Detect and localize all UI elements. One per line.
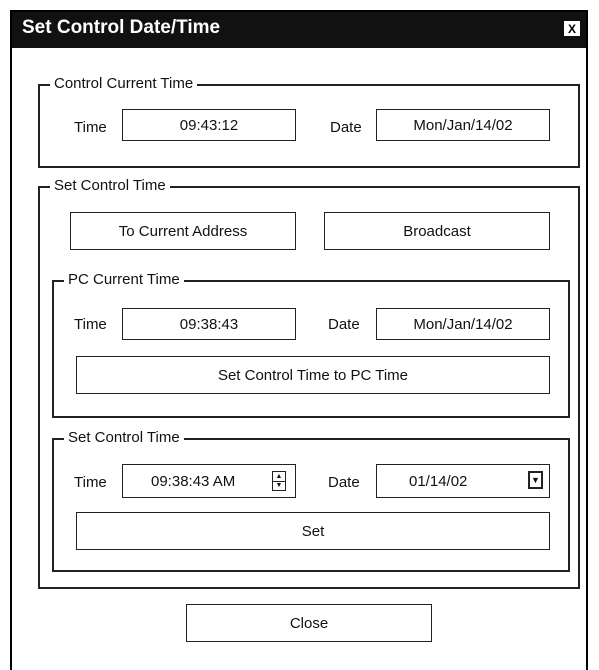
pc-current-time-group: PC Current Time Time 09:38:43 Date Mon/J… [52, 271, 570, 418]
set-control-datetime-dialog: Set Control Date/Time X Control Current … [10, 10, 588, 670]
control-date-field: Mon/Jan/14/02 [376, 109, 550, 141]
set-control-time-legend: Set Control Time [50, 177, 170, 194]
dialog-title: Set Control Date/Time [22, 17, 221, 38]
broadcast-button[interactable]: Broadcast [324, 212, 550, 250]
control-current-time-group: Control Current Time Time 09:43:12 Date … [38, 75, 580, 168]
close-window-button[interactable]: X [564, 21, 580, 36]
control-current-time-legend: Control Current Time [50, 75, 198, 92]
control-time-label: Time [74, 119, 107, 136]
manual-date-select[interactable]: 01/14/02 [376, 464, 550, 498]
set-control-time-to-pc-time-button[interactable]: Set Control Time to PC Time [76, 356, 550, 394]
set-control-time-group: Set Control Time To Current Address Broa… [38, 177, 580, 589]
to-current-address-button[interactable]: To Current Address [70, 212, 296, 250]
pc-time-field: 09:38:43 [122, 308, 296, 340]
time-spinner[interactable]: ▲ ▼ [272, 471, 286, 491]
down-arrow-icon[interactable]: ▼ [273, 480, 285, 491]
pc-current-time-legend: PC Current Time [64, 271, 184, 288]
up-arrow-icon[interactable]: ▲ [273, 472, 285, 481]
title-bar: Set Control Date/Time X [12, 12, 586, 48]
dropdown-arrow-icon[interactable]: ▼ [528, 471, 543, 489]
set-button[interactable]: Set [76, 512, 550, 550]
manual-time-value: 09:38:43 AM [151, 472, 236, 490]
manual-date-value: 01/14/02 [409, 472, 468, 490]
close-button[interactable]: Close [186, 604, 432, 642]
pc-date-field: Mon/Jan/14/02 [376, 308, 550, 340]
manual-date-label: Date [328, 474, 360, 491]
close-icon: X [567, 21, 576, 36]
pc-time-label: Time [74, 316, 107, 333]
control-time-field: 09:43:12 [122, 109, 296, 141]
pc-date-label: Date [328, 316, 360, 333]
manual-time-label: Time [74, 474, 107, 491]
manual-set-control-time-group: Set Control Time Time 09:38:43 AM ▲ ▼ Da… [52, 429, 570, 572]
manual-set-control-time-legend: Set Control Time [64, 429, 184, 446]
manual-time-input[interactable]: 09:38:43 AM [122, 464, 296, 498]
control-date-label: Date [330, 119, 362, 136]
